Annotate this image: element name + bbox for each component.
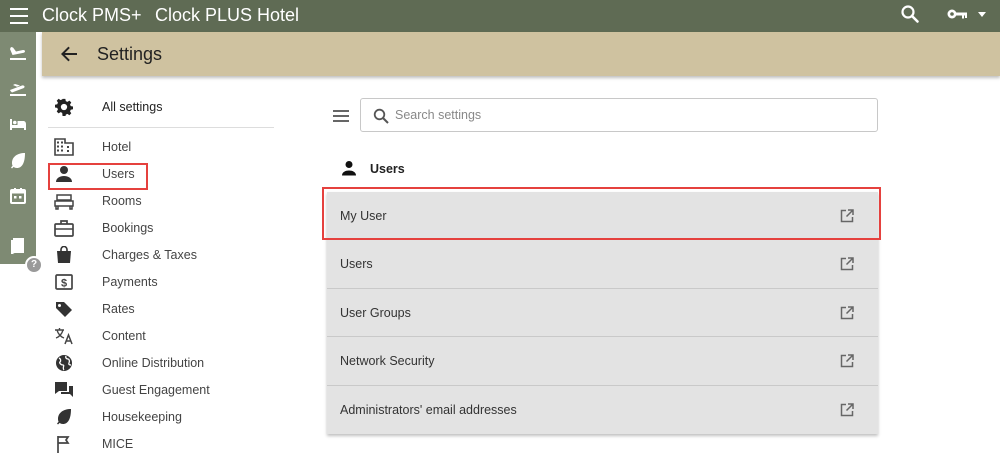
settings-header: Settings [42, 32, 1000, 76]
row-label: User Groups [340, 305, 411, 320]
hamburger-icon[interactable] [10, 8, 28, 24]
list-item-network-security[interactable]: Network Security [327, 337, 878, 386]
nav-label-housekeeping: Housekeeping [102, 410, 182, 424]
calendar-icon[interactable] [8, 186, 28, 206]
housekeeping-leaf-icon[interactable] [8, 150, 28, 170]
nav-label-hotel: Hotel [102, 140, 132, 154]
my-user-highlight-box [322, 187, 881, 240]
nav-label-rates: Rates [102, 302, 135, 316]
page-title: Settings [97, 44, 163, 64]
nav-item-charges-taxes[interactable]: Charges & Taxes [48, 242, 274, 269]
nav-label-online-distribution: Online Distribution [102, 356, 205, 370]
key-icon[interactable] [946, 6, 968, 22]
list-item-user-groups[interactable]: User Groups [327, 288, 878, 338]
nav-label-bookings: Bookings [102, 221, 154, 235]
chat-icon [55, 382, 73, 397]
left-rail [0, 32, 36, 264]
person-icon [342, 161, 356, 176]
open-external-icon[interactable] [840, 257, 854, 271]
shopping-bag-icon [57, 246, 71, 263]
hotel-name[interactable]: Clock PLUS Hotel [155, 4, 299, 26]
nav-item-content[interactable]: Content [48, 323, 274, 350]
list-view-icon[interactable] [333, 110, 349, 122]
open-external-icon[interactable] [840, 402, 854, 417]
globe-icon [56, 355, 72, 371]
nav-item-all-settings[interactable]: All settings [48, 90, 274, 128]
nav-label-guest-engagement: Guest Engagement [102, 383, 210, 397]
arrivals-icon[interactable] [8, 42, 28, 62]
svg-text:$: $ [61, 278, 67, 290]
search-input[interactable] [395, 105, 865, 125]
money-icon: $ [55, 274, 73, 290]
nav-item-guest-engagement[interactable]: Guest Engagement [48, 377, 274, 404]
briefcase-icon [54, 220, 74, 237]
departures-icon[interactable] [8, 78, 28, 98]
book-icon[interactable] [8, 236, 28, 256]
nav-label-content: Content [102, 329, 146, 343]
caret-down-icon[interactable] [978, 12, 986, 17]
building-icon [54, 138, 74, 156]
nav-item-rooms[interactable]: Rooms [48, 188, 274, 215]
tag-icon [56, 302, 72, 317]
list-item-users[interactable]: Users [327, 240, 878, 289]
top-bar: Clock PMS+ Clock PLUS Hotel [0, 0, 1000, 32]
row-label: Network Security [340, 354, 435, 369]
app-name: Clock PMS+ [42, 5, 142, 25]
translate-icon [55, 328, 73, 345]
row-label: Users [340, 257, 373, 272]
gear-icon [55, 98, 73, 116]
flag-icon [57, 436, 70, 453]
back-arrow-icon[interactable] [60, 46, 78, 62]
nav-item-bookings[interactable]: Bookings [48, 215, 274, 242]
open-external-icon[interactable] [840, 354, 854, 368]
nav-label-charges-taxes: Charges & Taxes [102, 248, 197, 262]
open-external-icon[interactable] [840, 306, 854, 320]
nav-item-rates[interactable]: Rates [48, 296, 274, 323]
nav-item-online-distribution[interactable]: Online Distribution [48, 350, 274, 377]
search-icon [373, 108, 389, 124]
nav-label-rooms: Rooms [102, 194, 142, 208]
nav-label-payments: Payments [102, 275, 158, 289]
nav-item-housekeeping[interactable]: Housekeeping [48, 404, 274, 431]
rooms-bed-icon[interactable] [8, 114, 28, 134]
nav-label-mice: MICE [102, 437, 134, 451]
search-box[interactable] [360, 98, 878, 132]
search-icon[interactable] [900, 4, 920, 24]
help-badge[interactable]: ? [25, 256, 43, 274]
bed-icon [54, 194, 74, 210]
nav-item-mice[interactable]: MICE [48, 431, 274, 458]
list-item-admin-emails[interactable]: Administrators' email addresses [327, 385, 878, 434]
row-label: Administrators' email addresses [340, 402, 517, 417]
section-title: Users [370, 162, 405, 176]
nav-item-hotel[interactable]: Hotel [48, 134, 274, 161]
users-highlight-box [48, 163, 148, 190]
leaf-icon [57, 409, 71, 425]
nav-label-all-settings: All settings [102, 100, 163, 114]
nav-item-payments[interactable]: $ Payments [48, 269, 274, 296]
